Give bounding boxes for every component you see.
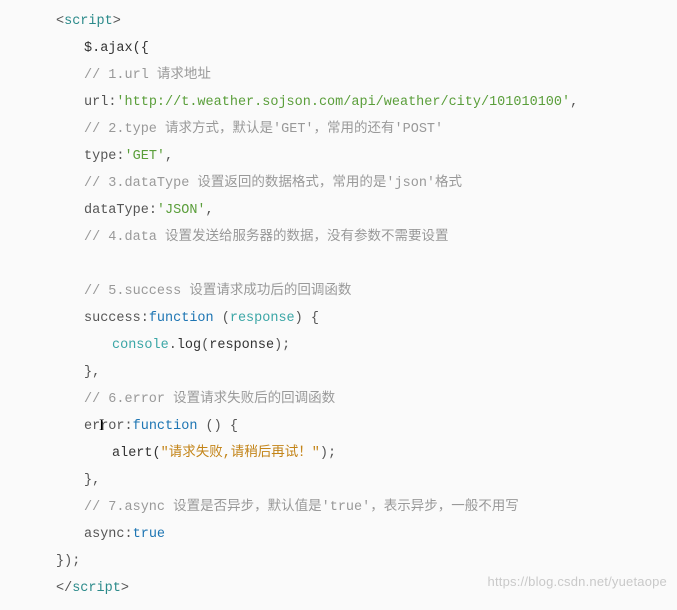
close-paren-brace: ) { (295, 311, 319, 326)
comment-data: // 4.data 设置发送给服务器的数据，没有参数不需要设置 (84, 230, 449, 245)
function-keyword: function (149, 311, 214, 326)
function-keyword: function (133, 419, 198, 434)
prop-error: error (84, 419, 125, 434)
prop-datatype: dataType (84, 203, 149, 218)
comment-success: // 5.success 设置请求成功后的回调函数 (84, 284, 351, 299)
code-line: }, (56, 359, 677, 386)
comment-url: // 1.url 请求地址 (84, 68, 211, 83)
closing-braces: }); (56, 554, 80, 569)
code-line: dataType:'JSON', (56, 197, 677, 224)
comma: , (165, 149, 173, 164)
comment-async: // 7.async 设置是否异步，默认值是'true'，表示异步，一般不用写 (84, 500, 519, 515)
prop-async: async (84, 527, 125, 542)
code-line: }, (56, 467, 677, 494)
code-line: error:function () { (56, 413, 677, 440)
code-line: console.log(response); (56, 332, 677, 359)
blank-line (56, 251, 677, 278)
comma: , (206, 203, 214, 218)
type-string: 'GET' (125, 149, 166, 164)
prop-type: type (84, 149, 116, 164)
code-line: // 1.url 请求地址 (56, 62, 677, 89)
alert-close: ); (320, 446, 336, 461)
tag-open-bracket: < (56, 14, 64, 29)
code-line: type:'GET', (56, 143, 677, 170)
alert-fn: alert( (112, 446, 161, 461)
url-string: 'http://t.weather.sojson.com/api/weather… (116, 95, 570, 110)
code-line: // 7.async 设置是否异步，默认值是'true'，表示异步，一般不用写 (56, 494, 677, 521)
watermark: https://blog.csdn.net/yuetaope (488, 568, 667, 595)
tag-open-bracket: </ (56, 581, 72, 596)
colon: : (141, 311, 149, 326)
log-arg: response (209, 338, 274, 353)
comment-type: // 2.type 请求方式，默认是'GET'，常用的还有'POST' (84, 122, 443, 137)
code-line: // 2.type 请求方式，默认是'GET'，常用的还有'POST' (56, 116, 677, 143)
empty-parens-brace: () { (197, 419, 238, 434)
alert-msg: "请求失败,请稍后再试！" (161, 446, 320, 461)
ajax-call: $.ajax({ (84, 41, 149, 56)
code-line: // 5.success 设置请求成功后的回调函数 (56, 278, 677, 305)
code-line: async:true (56, 521, 677, 548)
log-close: ); (274, 338, 290, 353)
script-open-tag: script (64, 14, 113, 29)
close-brace-comma: }, (84, 473, 100, 488)
datatype-string: 'JSON' (157, 203, 206, 218)
script-close-tag: script (72, 581, 121, 596)
colon: : (116, 149, 124, 164)
tag-close-bracket: > (121, 581, 129, 596)
code-block: <script> $.ajax({ // 1.url 请求地址 url:'htt… (0, 0, 677, 610)
code-line: url:'http://t.weather.sojson.com/api/wea… (56, 89, 677, 116)
prop-success: success (84, 311, 141, 326)
log-fn: log (177, 338, 201, 353)
code-line: alert("请求失败,请稍后再试！"); (56, 440, 677, 467)
comma: , (570, 95, 578, 110)
code-line: success:function (response) { (56, 305, 677, 332)
code-line: // 4.data 设置发送给服务器的数据，没有参数不需要设置 (56, 224, 677, 251)
code-line: $.ajax({ (56, 35, 677, 62)
close-brace-comma: }, (84, 365, 100, 380)
code-line: // 3.dataType 设置返回的数据格式，常用的是'json'格式 (56, 170, 677, 197)
comment-datatype: // 3.dataType 设置返回的数据格式，常用的是'json'格式 (84, 176, 462, 191)
colon: : (125, 419, 133, 434)
comment-error: // 6.error 设置请求失败后的回调函数 (84, 392, 335, 407)
prop-url: url (84, 95, 108, 110)
tag-close-bracket: > (113, 14, 121, 29)
open-paren: ( (214, 311, 230, 326)
code-line: // 6.error 设置请求失败后的回调函数 (56, 386, 677, 413)
param-response: response (230, 311, 295, 326)
colon: : (149, 203, 157, 218)
colon: : (125, 527, 133, 542)
code-line: <script> (56, 8, 677, 35)
dot: . (169, 338, 177, 353)
async-value: true (133, 527, 165, 542)
console-obj: console (112, 338, 169, 353)
